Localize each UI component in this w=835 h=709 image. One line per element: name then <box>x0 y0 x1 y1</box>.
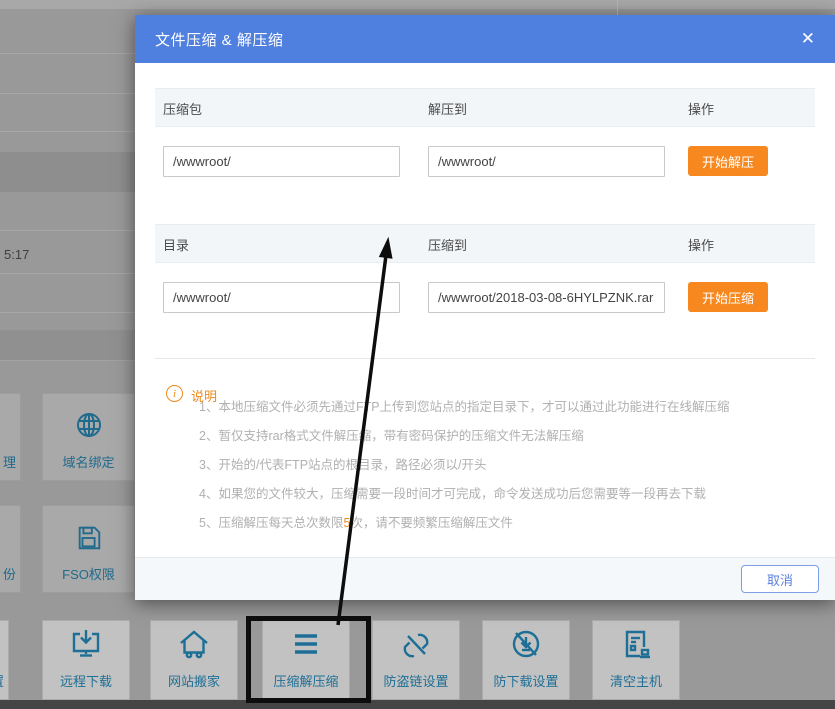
tool-card-partial-3[interactable]: 置 <box>0 620 9 700</box>
dialog-title: 文件压缩 & 解压缩 <box>155 29 283 50</box>
broken-link-icon <box>399 629 433 659</box>
tool-card-label: 份 <box>0 564 20 583</box>
directory-path-input[interactable] <box>163 282 400 313</box>
tool-card-antileech-settings[interactable]: 防盗链设置 <box>372 620 460 700</box>
tool-card-label: 防下载设置 <box>493 671 558 690</box>
table-row-divider <box>0 131 135 132</box>
note-item: 4、如果您的文件较大，压缩需要一段时间才可完成，命令发送成功后您需要等一段再去下… <box>199 480 815 509</box>
tool-card-domain-binding[interactable]: 域名绑定 <box>42 393 135 481</box>
col-directory-label: 目录 <box>163 235 189 254</box>
section-header-band <box>0 330 135 361</box>
col-extract-to-label: 解压到 <box>428 99 467 118</box>
col-action-label: 操作 <box>688 235 714 254</box>
page-bottom-strip <box>0 700 835 709</box>
extract-to-input[interactable] <box>428 146 665 177</box>
tool-card-partial-2[interactable]: 份 <box>0 505 21 593</box>
tool-card-clear-host[interactable]: 清空主机 <box>592 620 680 700</box>
table-highlight-row <box>0 152 135 192</box>
tool-card-label: 理 <box>0 452 20 471</box>
table-row-divider <box>0 273 135 274</box>
annotation-highlight-rect <box>246 616 371 703</box>
compress-header-row: 目录 压缩到 操作 <box>155 224 815 263</box>
tool-card-site-move[interactable]: 网站搬家 <box>150 620 238 700</box>
remote-download-icon <box>69 629 103 659</box>
tool-card-partial-1[interactable]: 理 <box>0 393 21 481</box>
tool-card-label: 网站搬家 <box>168 671 220 690</box>
tool-card-label: 置 <box>0 671 8 690</box>
note-item: 2、暂仅支持rar格式文件解压缩，带有密码保护的压缩文件无法解压缩 <box>199 422 815 451</box>
page-column-divider <box>617 0 618 15</box>
tool-card-remote-download[interactable]: 远程下载 <box>42 620 130 700</box>
dialog-footer: 取消 <box>135 557 835 600</box>
table-row-divider <box>0 312 135 313</box>
decompress-header-row: 压缩包 解压到 操作 <box>155 88 815 127</box>
page-top-strip <box>0 0 835 9</box>
compress-to-input[interactable] <box>428 282 665 313</box>
tool-card-label: 域名绑定 <box>62 452 114 471</box>
note-item: 5、压缩解压每天总次数限5次，请不要频繁压缩解压文件 <box>199 509 815 538</box>
info-icon: i <box>166 385 183 402</box>
tool-card-label: 远程下载 <box>60 671 112 690</box>
compress-decompress-dialog: 文件压缩 & 解压缩 ✕ 压缩包 解压到 操作 开始解压 目录 压缩到 操作 开… <box>135 15 835 600</box>
note-item: 1、本地压缩文件必须先通过FTP上传到您站点的指定目录下，才可以通过此功能进行在… <box>199 393 815 422</box>
tool-card-antidownload-settings[interactable]: 防下载设置 <box>482 620 570 700</box>
col-package-label: 压缩包 <box>163 99 202 118</box>
screen: 5:17 理 域名绑定 份 FSO权限 置 远程下载 <box>0 0 835 709</box>
no-download-icon <box>509 629 543 659</box>
notes-list: 1、本地压缩文件必须先通过FTP上传到您站点的指定目录下，才可以通过此功能进行在… <box>199 393 815 538</box>
close-icon[interactable]: ✕ <box>795 15 821 63</box>
tool-card-label: 防盗链设置 <box>383 671 448 690</box>
start-compress-button[interactable]: 开始压缩 <box>688 282 768 312</box>
tool-card-label: FSO权限 <box>62 564 115 583</box>
dialog-header: 文件压缩 & 解压缩 ✕ <box>135 15 835 63</box>
table-row-divider <box>0 53 135 54</box>
package-path-input[interactable] <box>163 146 400 177</box>
col-compress-to-label: 压缩到 <box>428 235 467 254</box>
col-action-label: 操作 <box>688 99 714 118</box>
cancel-button[interactable]: 取消 <box>741 565 819 593</box>
divider <box>155 358 815 359</box>
globe-icon <box>74 410 104 440</box>
table-row-divider <box>0 230 135 231</box>
start-decompress-button[interactable]: 开始解压 <box>688 146 768 176</box>
tool-card-fso-permission[interactable]: FSO权限 <box>42 505 135 593</box>
note-item: 3、开始的/代表FTP站点的根目录，路径必须以/开头 <box>199 451 815 480</box>
moving-house-icon <box>177 629 211 659</box>
table-row-divider <box>0 93 135 94</box>
timestamp-fragment: 5:17 <box>4 247 29 262</box>
clear-host-icon <box>619 629 653 659</box>
tool-card-label: 清空主机 <box>610 671 662 690</box>
floppy-disk-icon <box>75 524 103 552</box>
